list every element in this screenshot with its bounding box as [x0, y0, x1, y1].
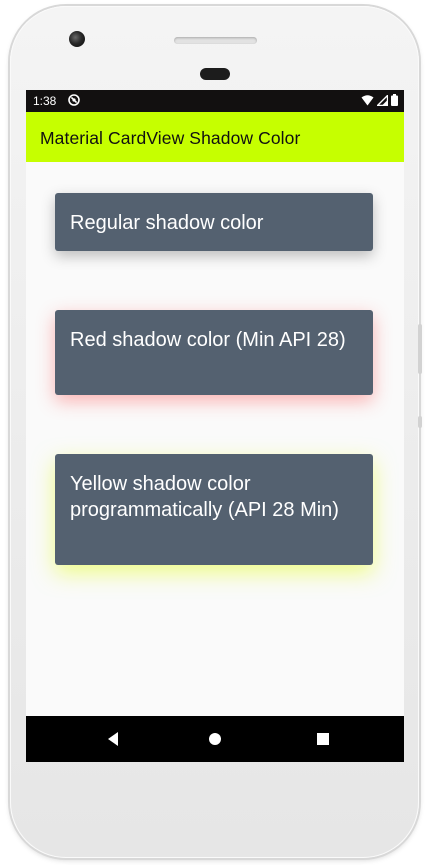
home-icon[interactable] [205, 730, 225, 748]
dnd-icon [68, 94, 80, 106]
status-bar: 1:38 [26, 90, 404, 112]
app-title: Material CardView Shadow Color [40, 128, 301, 148]
phone-frame: 1:38 Material CardView Shadow Color Regu… [10, 6, 422, 858]
battery-icon [391, 94, 398, 106]
volume-button [418, 416, 422, 428]
card-yellow-shadow[interactable]: Yellow shadow color programmatically (AP… [55, 454, 373, 565]
front-camera [69, 31, 85, 47]
phone-screen: 1:38 Material CardView Shadow Color Regu… [26, 90, 404, 762]
status-icons [361, 94, 398, 106]
app-bar: Material CardView Shadow Color [26, 112, 404, 162]
card-list: Regular shadow color Red shadow color (M… [26, 162, 404, 716]
back-icon[interactable] [104, 730, 124, 748]
signal-icon [377, 94, 388, 106]
card-text: Yellow shadow color programmatically (AP… [70, 473, 339, 521]
earpiece-speaker [174, 37, 257, 44]
card-regular-shadow[interactable]: Regular shadow color [55, 193, 373, 251]
navigation-bar [26, 716, 404, 762]
wifi-icon [361, 94, 374, 105]
status-time: 1:38 [33, 94, 57, 108]
card-red-shadow[interactable]: Red shadow color (Min API 28) [55, 310, 373, 395]
card-text: Regular shadow color [70, 212, 264, 234]
recents-icon[interactable] [313, 730, 333, 748]
card-text: Red shadow color (Min API 28) [70, 329, 346, 351]
proximity-sensor [200, 68, 230, 80]
power-button [418, 324, 422, 374]
